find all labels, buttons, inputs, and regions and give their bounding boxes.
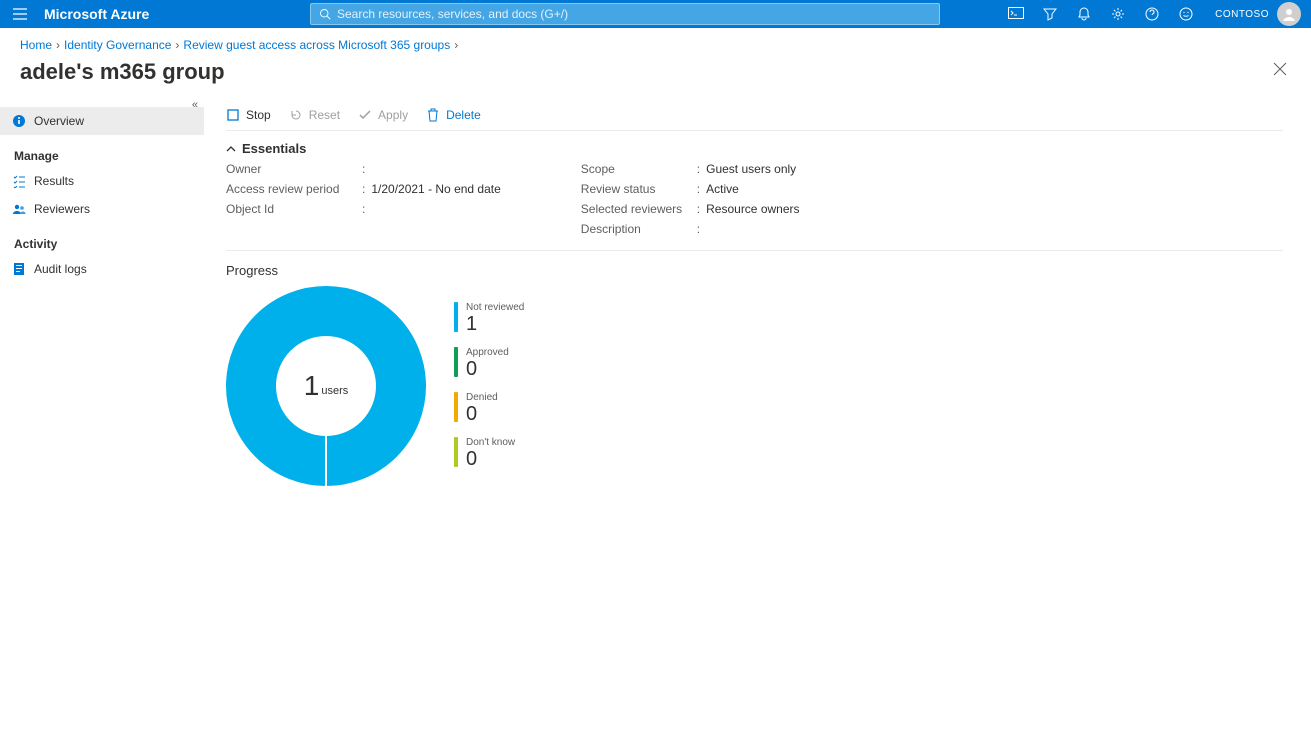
- close-icon: [1273, 62, 1287, 76]
- legend-item-dont-know: Don't know 0: [454, 437, 524, 470]
- sidebar-item-label: Overview: [34, 114, 84, 128]
- legend-item-denied: Denied 0: [454, 392, 524, 425]
- close-button[interactable]: [1269, 58, 1291, 85]
- donut-count: 1: [304, 370, 320, 402]
- legend-label: Denied: [466, 392, 498, 403]
- reset-button: Reset: [289, 108, 340, 122]
- essentials-panel: Owner: Access review period:1/20/2021 - …: [226, 162, 1283, 251]
- legend-bar: [454, 437, 458, 467]
- content: Stop Reset Apply Delete Essentials Owner…: [204, 95, 1311, 728]
- chevron-right-icon: ›: [175, 38, 179, 52]
- collapse-sidebar-button[interactable]: «: [192, 99, 198, 111]
- legend-bar: [454, 347, 458, 377]
- check-icon: [358, 108, 372, 122]
- settings-icon[interactable]: [1101, 0, 1135, 28]
- checklist-icon: [12, 174, 26, 188]
- person-icon: [1281, 6, 1297, 22]
- hamburger-icon: [13, 8, 27, 20]
- page-title: adele's m365 group: [20, 59, 225, 85]
- sidebar-item-label: Reviewers: [34, 202, 90, 216]
- sidebar-section-manage: Manage: [0, 135, 204, 167]
- legend-item-approved: Approved 0: [454, 347, 524, 380]
- title-row: adele's m365 group: [0, 56, 1311, 95]
- tenant-label: CONTOSO: [1203, 9, 1277, 20]
- chevron-right-icon: ›: [56, 38, 60, 52]
- toolbar-label: Reset: [309, 108, 340, 122]
- ess-status-value: Active: [706, 182, 739, 196]
- toolbar-label: Apply: [378, 108, 408, 122]
- toolbar-label: Stop: [246, 108, 271, 122]
- reset-icon: [289, 108, 303, 122]
- top-header: Microsoft Azure Search resources, servic…: [0, 0, 1311, 28]
- search-input[interactable]: Search resources, services, and docs (G+…: [310, 3, 940, 25]
- legend-label: Not reviewed: [466, 302, 524, 313]
- stop-button[interactable]: Stop: [226, 108, 271, 122]
- sidebar-item-label: Audit logs: [34, 262, 87, 276]
- search-placeholder: Search resources, services, and docs (G+…: [337, 7, 568, 21]
- crumb-identity[interactable]: Identity Governance: [64, 38, 171, 52]
- essentials-header: Essentials: [242, 141, 306, 156]
- feedback-icon[interactable]: [1169, 0, 1203, 28]
- crumb-review[interactable]: Review guest access across Microsoft 365…: [183, 38, 450, 52]
- legend-bar: [454, 392, 458, 422]
- search-icon: [319, 8, 331, 20]
- trash-icon: [426, 108, 440, 122]
- chevron-up-icon: [226, 144, 236, 154]
- legend-value: 0: [466, 403, 498, 425]
- header-icons: CONTOSO: [999, 0, 1311, 28]
- ess-period-label: Access review period: [226, 182, 356, 196]
- stop-icon: [226, 108, 240, 122]
- log-icon: [12, 262, 26, 276]
- sidebar-item-overview[interactable]: Overview: [0, 107, 204, 135]
- sidebar-item-reviewers[interactable]: Reviewers: [0, 195, 204, 223]
- progress-row: 1 users Not reviewed 1 Approved 0: [226, 286, 1283, 486]
- info-icon: [12, 114, 26, 128]
- ess-scope-label: Scope: [581, 162, 691, 176]
- essentials-toggle[interactable]: Essentials: [226, 131, 1283, 162]
- donut-center: 1 users: [226, 286, 426, 486]
- search-container: Search resources, services, and docs (G+…: [310, 3, 940, 25]
- help-icon[interactable]: [1135, 0, 1169, 28]
- directory-filter-icon[interactable]: [1033, 0, 1067, 28]
- legend-value: 1: [466, 313, 524, 335]
- ess-object-label: Object Id: [226, 202, 356, 216]
- sidebar-item-label: Results: [34, 174, 74, 188]
- legend-label: Approved: [466, 347, 509, 358]
- apply-button: Apply: [358, 108, 408, 122]
- delete-button[interactable]: Delete: [426, 108, 481, 122]
- legend-item-not-reviewed: Not reviewed 1: [454, 302, 524, 335]
- legend: Not reviewed 1 Approved 0 Denied 0: [454, 302, 524, 470]
- sidebar: « Overview Manage Results Reviewers Acti…: [0, 95, 204, 728]
- people-icon: [12, 202, 26, 216]
- sidebar-section-activity: Activity: [0, 223, 204, 255]
- sidebar-item-audit-logs[interactable]: Audit logs: [0, 255, 204, 283]
- donut-chart: 1 users: [226, 286, 426, 486]
- hamburger-menu[interactable]: [0, 0, 40, 28]
- chevron-right-icon: ›: [454, 38, 458, 52]
- ess-period-value: 1/20/2021 - No end date: [371, 182, 500, 196]
- ess-reviewers-label: Selected reviewers: [581, 202, 691, 216]
- legend-value: 0: [466, 358, 509, 380]
- toolbar-label: Delete: [446, 108, 481, 122]
- ess-owner-label: Owner: [226, 162, 356, 176]
- ess-scope-value: Guest users only: [706, 162, 796, 176]
- breadcrumb: Home › Identity Governance › Review gues…: [0, 28, 1311, 56]
- legend-value: 0: [466, 448, 515, 470]
- ess-desc-label: Description: [581, 222, 691, 236]
- ess-status-label: Review status: [581, 182, 691, 196]
- notifications-icon[interactable]: [1067, 0, 1101, 28]
- ess-reviewers-value: Resource owners: [706, 202, 799, 216]
- progress-title: Progress: [226, 251, 1283, 286]
- brand-label: Microsoft Azure: [40, 6, 300, 22]
- cloud-shell-icon[interactable]: [999, 0, 1033, 28]
- sidebar-item-results[interactable]: Results: [0, 167, 204, 195]
- crumb-home[interactable]: Home: [20, 38, 52, 52]
- avatar[interactable]: [1277, 2, 1301, 26]
- legend-bar: [454, 302, 458, 332]
- donut-users-label: users: [321, 385, 348, 397]
- legend-label: Don't know: [466, 437, 515, 448]
- toolbar: Stop Reset Apply Delete: [226, 99, 1283, 131]
